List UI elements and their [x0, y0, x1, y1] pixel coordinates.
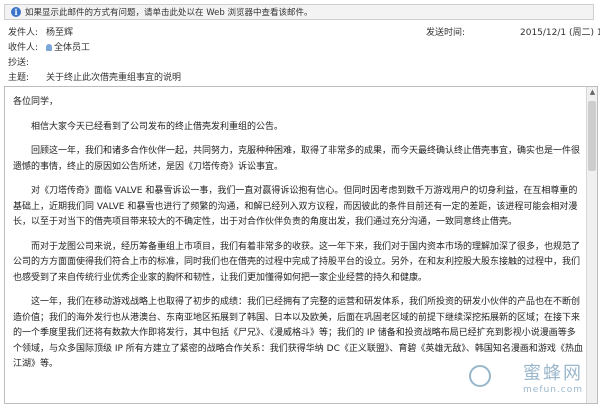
watermark: 蜜蜂网 mefun.com: [469, 363, 583, 399]
body-paragraph: 相信大家今天已经看到了公司发布的终止借壳发利重组的公告。: [31, 121, 284, 132]
info-bar[interactable]: i 如果显示此邮件的方式有问题，请单击此处以在 Web 浏览器中查看该邮件。: [4, 4, 594, 20]
to-value[interactable]: 全体员工: [46, 41, 90, 56]
body-paragraph: 这一年，我们在移动游戏战略上也取得了初步的成绩：我们已经拥有了完整的运营和研发体…: [13, 297, 583, 369]
message-body: 各位同学， 相信大家今天已经看到了公司发布的终止借壳发利重组的公告。 回顾这一年…: [13, 95, 583, 399]
scroll-up-arrow-icon[interactable]: ▲: [587, 87, 597, 98]
to-row: 收件人: 全体员工: [8, 41, 598, 56]
from-value[interactable]: 杨至辉: [46, 26, 73, 41]
watermark-logo-icon: [469, 365, 491, 387]
to-label: 收件人:: [8, 43, 39, 53]
watermark-main: 蜜蜂网: [523, 363, 583, 384]
from-row: 发件人: 杨至辉 发送时间: 2015/12/1 (周二) 1:15: [8, 26, 600, 41]
vertical-scrollbar[interactable]: ▲: [586, 87, 597, 403]
subject-row: 主题: 关于终止此次借壳重组事宜的说明: [8, 71, 598, 86]
cc-label: 抄送:: [8, 58, 30, 68]
from-label: 发件人:: [8, 28, 39, 38]
sent-label: 发送时间:: [426, 28, 466, 38]
subject-label: 主题:: [8, 73, 30, 83]
message-header: 发件人: 杨至辉 发送时间: 2015/12/1 (周二) 1:15 收件人: …: [8, 26, 600, 86]
cc-row: 抄送:: [8, 56, 598, 71]
body-paragraph: 而对于龙图公司来说，经历筹备重组上市项目，我们有着非常多的收获。这一年下来，我们…: [13, 241, 581, 283]
body-paragraph: 对《刀塔传奇》面临 VALVE 和暴雪诉讼一事，我们一直对赢得诉讼抱有信心。但同…: [13, 186, 578, 227]
info-icon: i: [11, 7, 21, 17]
message-body-frame: 各位同学， 相信大家今天已经看到了公司发布的终止借壳发利重组的公告。 回顾这一年…: [4, 86, 598, 404]
contact-card-icon: [46, 44, 52, 51]
body-paragraph: 回顾这一年，我们和诸多合作伙伴一起，共同努力，克服种种困难，取得了非常多的成果，…: [13, 146, 581, 172]
watermark-sub: mefun.com: [523, 385, 583, 395]
to-value-text[interactable]: 全体员工: [54, 43, 90, 53]
subject-value: 关于终止此次借壳重组事宜的说明: [46, 73, 182, 83]
greeting: 各位同学，: [13, 97, 59, 107]
scroll-thumb[interactable]: [588, 101, 596, 171]
info-bar-text[interactable]: 如果显示此邮件的方式有问题，请单击此处以在 Web 浏览器中查看该邮件。: [25, 6, 312, 18]
sent-value: 2015/12/1 (周二) 1:15: [520, 28, 600, 38]
